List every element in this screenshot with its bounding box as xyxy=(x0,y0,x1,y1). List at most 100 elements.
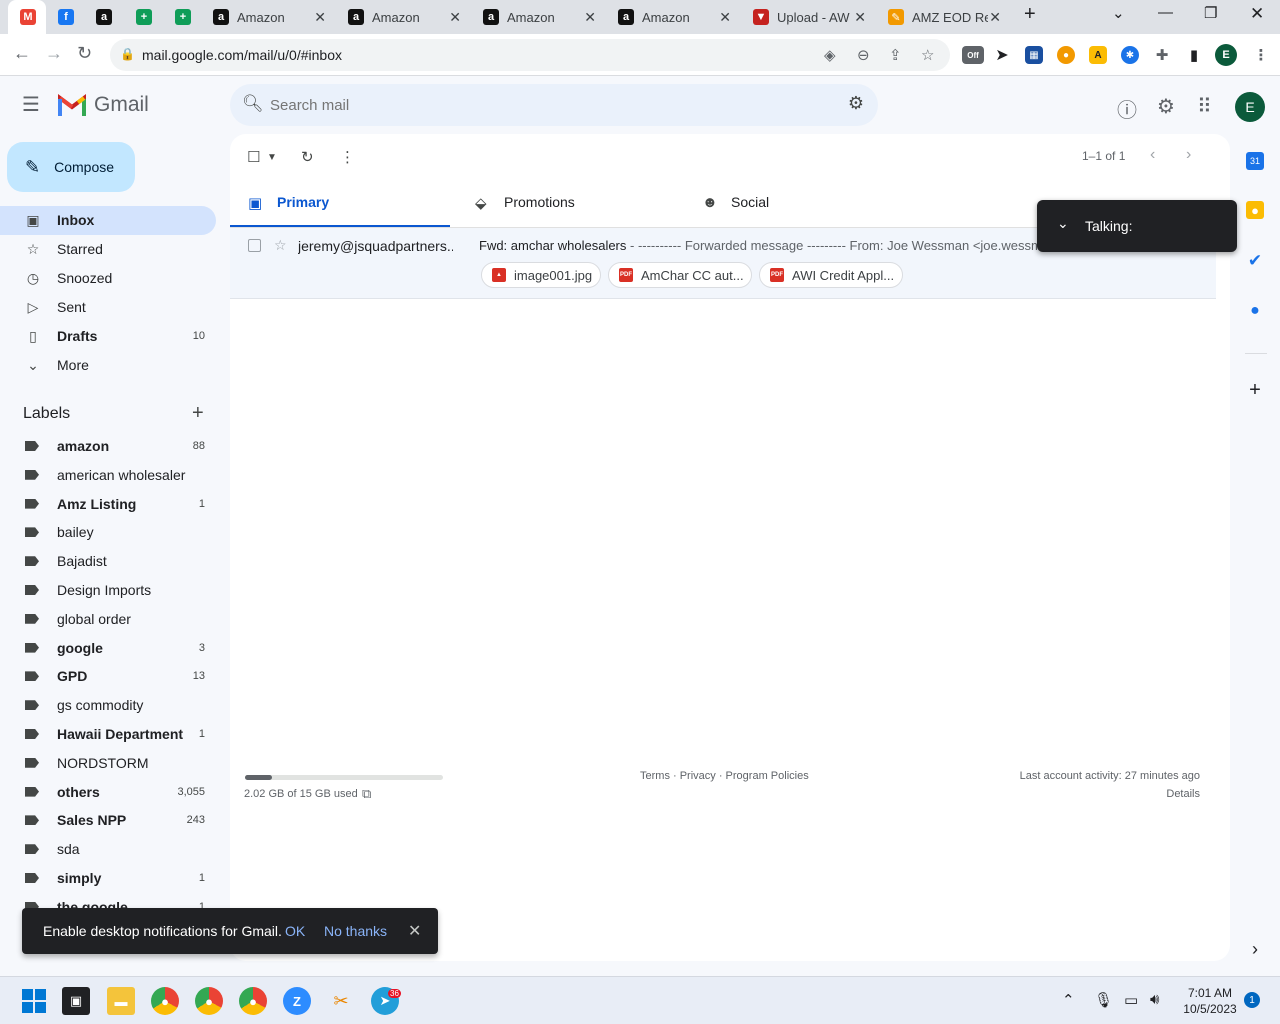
extension-arrow-icon[interactable]: ➤ xyxy=(993,46,1011,64)
label-item[interactable]: GPD 13 xyxy=(0,662,216,691)
label-item[interactable]: gs commodity xyxy=(0,691,216,720)
email-checkbox[interactable] xyxy=(248,239,261,252)
extension-off-icon[interactable]: Off xyxy=(962,46,984,64)
sidebar-item-snoozed[interactable]: ◷ Snoozed xyxy=(0,264,216,293)
gmail-logo[interactable]: Gmail xyxy=(58,93,149,117)
label-item[interactable]: global order xyxy=(0,605,216,634)
forward-icon[interactable]: → xyxy=(45,43,63,64)
label-item[interactable]: sda xyxy=(0,835,216,864)
browser-tab[interactable]: a Amazon ✕ xyxy=(471,0,606,34)
talking-popup[interactable]: ⌄ Talking: xyxy=(1037,200,1237,252)
create-label-icon[interactable]: + xyxy=(192,402,204,425)
minimize-icon[interactable]: — xyxy=(1158,4,1173,21)
sidebar-item-starred[interactable]: ☆ Starred xyxy=(0,235,216,264)
network-icon[interactable]: ▭ xyxy=(1124,991,1138,1009)
more-options-icon[interactable]: ⋮ xyxy=(340,148,355,166)
star-icon[interactable]: ☆ xyxy=(274,237,287,254)
restore-icon[interactable]: ❐ xyxy=(1204,4,1217,22)
browser-tab[interactable]: f xyxy=(46,0,84,34)
browser-profile-avatar[interactable]: E xyxy=(1215,44,1237,66)
settings-gear-icon[interactable]: ⚙ xyxy=(1157,94,1175,119)
extension-blue-icon[interactable]: ✱ xyxy=(1121,46,1139,64)
file-explorer-icon[interactable]: ▬ xyxy=(107,987,135,1015)
chevron-down-icon[interactable]: ⌄ xyxy=(1057,215,1069,232)
extension-orange-icon[interactable]: ● xyxy=(1057,46,1075,64)
browser-menu-icon[interactable]: ⋮ xyxy=(1252,46,1270,64)
label-item[interactable]: bailey xyxy=(0,518,216,547)
eye-icon[interactable]: ◈ xyxy=(824,46,836,64)
account-avatar[interactable]: E xyxy=(1235,92,1265,122)
details-link[interactable]: Details xyxy=(1166,788,1200,800)
browser-tab[interactable]: a Amazon ✕ xyxy=(336,0,471,34)
microphone-icon[interactable]: 🎙︎ xyxy=(1094,991,1113,1009)
search-icon[interactable]: 🔍︎ xyxy=(242,94,264,114)
windows-start-icon[interactable] xyxy=(20,987,48,1015)
calendar-icon[interactable]: 31 xyxy=(1246,152,1264,170)
sidebar-item-drafts[interactable]: ▯ Drafts 10 xyxy=(0,322,216,351)
snackbar-no-thanks-button[interactable]: No thanks xyxy=(324,923,387,939)
address-bar[interactable]: 🔒 mail.google.com/mail/u/0/#inbox ◈ ⊖ ⇪ … xyxy=(110,39,950,71)
snipping-tool-icon[interactable]: ✂ xyxy=(327,987,355,1015)
manage-storage-icon[interactable]: ⧉ xyxy=(362,786,371,802)
zoom-app-icon[interactable]: Z xyxy=(283,987,311,1015)
label-item[interactable]: Bajadist xyxy=(0,547,216,576)
extension-grid-icon[interactable]: ▦ xyxy=(1025,46,1043,64)
label-item[interactable]: Sales NPP 243 xyxy=(0,806,216,835)
close-tab-icon[interactable]: ✕ xyxy=(989,9,1001,26)
browser-tab[interactable]: ✎ AMZ EOD Re ✕ xyxy=(876,0,1011,34)
chrome-icon[interactable]: ● xyxy=(195,987,223,1015)
extension-scout-icon[interactable]: A xyxy=(1089,46,1107,64)
label-item[interactable]: Design Imports xyxy=(0,576,216,605)
tab-social[interactable]: ☻ Social xyxy=(684,180,904,228)
lock-icon[interactable]: 🔒 xyxy=(120,47,135,61)
bookmark-star-icon[interactable]: ☆ xyxy=(921,46,934,64)
close-window-icon[interactable]: ✕ xyxy=(1250,4,1264,24)
chrome-profile-e-icon[interactable]: ● xyxy=(151,987,179,1015)
side-panel-icon[interactable]: ▮ xyxy=(1185,46,1203,64)
tasks-icon[interactable]: ✔ xyxy=(1246,251,1264,270)
keep-icon[interactable]: ● xyxy=(1246,201,1264,219)
browser-tab[interactable]: ▼ Upload - AW ✕ xyxy=(741,0,876,34)
close-tab-icon[interactable]: ✕ xyxy=(449,9,461,26)
task-view-icon[interactable]: ▣ xyxy=(62,987,90,1015)
label-item[interactable]: Amz Listing 1 xyxy=(0,490,216,519)
attachment-chip[interactable]: PDF AmChar CC aut... xyxy=(608,262,752,288)
notification-badge[interactable]: 1 xyxy=(1244,992,1260,1008)
reload-icon[interactable]: ↻ xyxy=(77,43,92,64)
close-tab-icon[interactable]: ✕ xyxy=(854,9,866,26)
tab-primary[interactable]: ▣ Primary xyxy=(230,180,450,228)
browser-tab[interactable]: + xyxy=(124,0,163,34)
show-hidden-icons-icon[interactable]: ⌃ xyxy=(1062,991,1075,1009)
label-item[interactable]: amazon 88 xyxy=(0,432,216,461)
select-all-checkbox[interactable]: ☐ xyxy=(247,148,260,166)
share-icon[interactable]: ⇪ xyxy=(889,46,902,64)
newer-page-icon[interactable]: ‹ xyxy=(1150,146,1155,164)
back-icon[interactable]: ← xyxy=(13,43,31,64)
footer-links[interactable]: Terms · Privacy · Program Policies xyxy=(640,770,809,782)
new-tab-icon[interactable]: + xyxy=(1024,3,1036,26)
sidebar-item-more[interactable]: ⌄ More xyxy=(0,351,216,380)
tab-search-icon[interactable]: ⌄ xyxy=(1112,4,1125,22)
label-item[interactable]: simply 1 xyxy=(0,864,216,893)
snackbar-ok-button[interactable]: OK xyxy=(285,923,305,939)
sidebar-item-inbox[interactable]: ▣ Inbox xyxy=(0,206,216,235)
label-item[interactable]: others 3,055 xyxy=(0,778,216,807)
google-apps-icon[interactable]: ⠿ xyxy=(1197,94,1212,119)
volume-icon[interactable]: 🔊︎ xyxy=(1150,991,1159,1008)
refresh-icon[interactable]: ↻ xyxy=(301,148,314,166)
system-clock[interactable]: 7:01 AM 10/5/2023 xyxy=(1180,985,1240,1017)
browser-tab[interactable]: a Amazon ✕ xyxy=(201,0,336,34)
chrome-icon[interactable]: ● xyxy=(239,987,267,1015)
url-text[interactable]: mail.google.com/mail/u/0/#inbox xyxy=(142,47,342,63)
search-bar[interactable]: 🔍︎ ⚙ xyxy=(230,84,878,126)
search-options-icon[interactable]: ⚙ xyxy=(848,93,864,114)
label-item[interactable]: NORDSTORM xyxy=(0,749,216,778)
compose-button[interactable]: ✎ Compose xyxy=(7,142,135,192)
label-item[interactable]: Hawaii Department 1 xyxy=(0,720,216,749)
close-tab-icon[interactable]: ✕ xyxy=(719,9,731,26)
browser-tab[interactable]: M xyxy=(8,0,46,34)
browser-tab[interactable]: + xyxy=(163,0,201,34)
support-icon[interactable]: ⓘ xyxy=(1117,94,1137,123)
main-menu-icon[interactable]: ☰ xyxy=(22,92,40,117)
search-input[interactable] xyxy=(270,92,830,118)
